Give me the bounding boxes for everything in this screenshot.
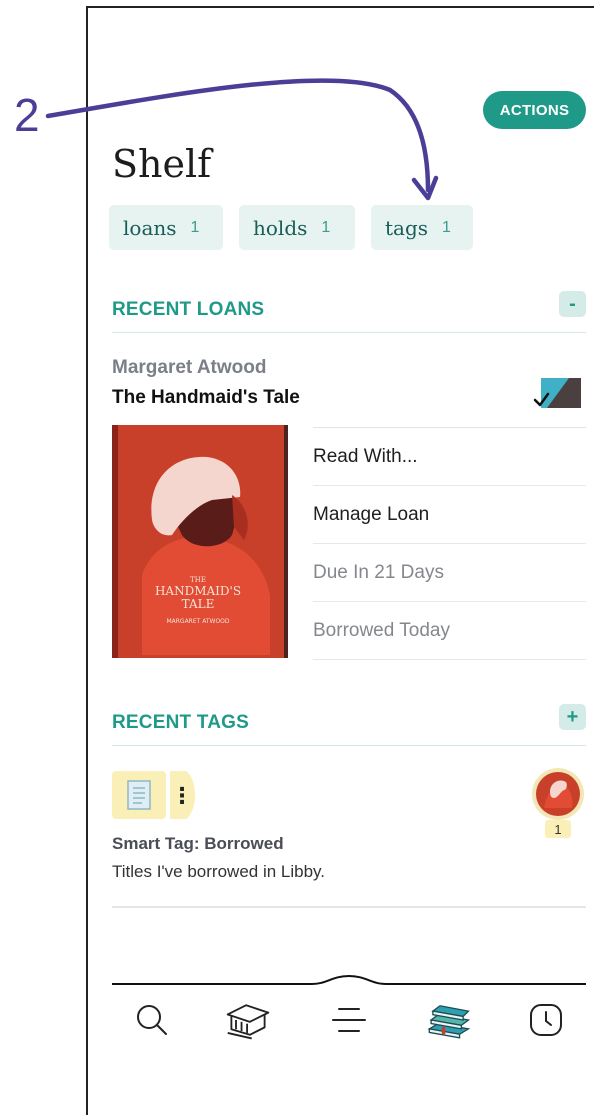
frame-border-top — [86, 6, 594, 8]
read-with-button[interactable]: Read With... — [313, 428, 586, 486]
expand-tags-button[interactable]: + — [559, 704, 586, 730]
chip-label: holds — [253, 215, 308, 240]
avatar-count: 1 — [554, 822, 561, 837]
menu-icon — [332, 1008, 366, 1032]
page-title: Shelf — [112, 142, 212, 186]
chip-tags[interactable]: tags 1 — [371, 205, 473, 250]
book-cover-image[interactable]: THE HANDMAID'S TALE MARGARET ATWOOD — [112, 425, 288, 658]
collapse-loans-button[interactable]: - — [559, 291, 586, 317]
annotation-step-number: 2 — [14, 89, 40, 141]
recent-loans-header: RECENT LOANS - — [112, 291, 586, 333]
borrowed-date-label: Borrowed Today — [313, 602, 586, 660]
frame-border-left — [86, 6, 88, 1115]
nav-shelf[interactable] — [424, 996, 472, 1044]
tag-cover-avatar[interactable]: 1 — [530, 768, 586, 838]
bottom-navigation — [112, 972, 586, 1052]
cover-title-line3: TALE — [182, 597, 215, 611]
actions-button[interactable]: ACTIONS — [483, 91, 586, 129]
shelf-icon — [427, 1005, 471, 1039]
tag-name[interactable]: Smart Tag: Borrowed — [112, 834, 284, 854]
loan-actions-list: Read With... Manage Loan Due In 21 Days … — [313, 427, 586, 660]
chip-loans[interactable]: loans 1 — [109, 205, 223, 250]
tag-description: Titles I've borrowed in Libby. — [112, 862, 326, 881]
recent-loans-heading: RECENT LOANS — [112, 299, 265, 320]
library-icon — [226, 1004, 270, 1040]
tag-divider — [112, 906, 586, 908]
ebook-format-icon — [533, 378, 581, 408]
cover-author: MARGARET ATWOOD — [166, 618, 229, 625]
recent-tags-header: RECENT TAGS + — [112, 704, 586, 746]
nav-library[interactable] — [224, 996, 272, 1044]
chip-count: 1 — [321, 218, 331, 236]
nav-activity[interactable] — [522, 996, 570, 1044]
chip-count: 1 — [442, 218, 451, 236]
due-date-label: Due In 21 Days — [313, 544, 586, 602]
cover-title-line1: THE — [190, 576, 206, 584]
chip-count: 1 — [190, 218, 200, 236]
activity-icon — [530, 1004, 562, 1036]
cover-title-line2: HANDMAID'S — [155, 584, 241, 598]
loan-title[interactable]: The Handmaid's Tale — [112, 387, 300, 409]
loan-author[interactable]: Margaret Atwood — [112, 357, 266, 379]
tag-menu-glyph: ⋮ — [171, 784, 193, 809]
recent-tags-heading: RECENT TAGS — [112, 712, 249, 733]
chip-label: tags — [385, 215, 429, 240]
chip-holds[interactable]: holds 1 — [239, 205, 355, 250]
smart-tag-icon[interactable]: ⋮ — [112, 771, 198, 819]
chip-label: loans — [123, 215, 177, 240]
nav-menu[interactable] — [325, 996, 373, 1044]
search-icon — [137, 1005, 167, 1035]
nav-search[interactable] — [128, 996, 176, 1044]
manage-loan-button[interactable]: Manage Loan — [313, 486, 586, 544]
